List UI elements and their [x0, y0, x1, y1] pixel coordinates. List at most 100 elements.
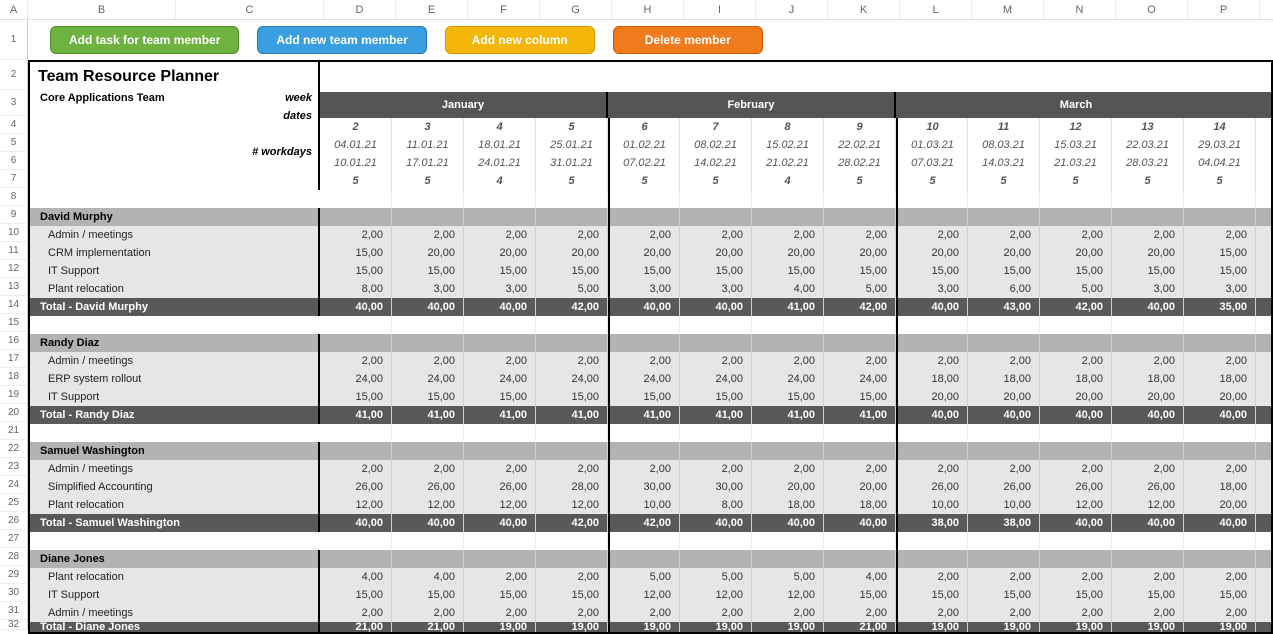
member-3-total-wk7[interactable]: 21,00 — [824, 622, 896, 632]
member-3-task-1-wk5[interactable]: 12,00 — [680, 586, 752, 604]
week-start-6[interactable]: 15.02.21 — [752, 136, 824, 154]
member-2-total-wk5[interactable]: 40,00 — [680, 514, 752, 532]
member-3-name-label[interactable]: Diane Jones — [30, 550, 320, 568]
week-end-7[interactable]: 28.02.21 — [824, 154, 896, 172]
blank-row-8-wk7[interactable] — [824, 190, 896, 208]
blank-after-2-wk6[interactable] — [752, 424, 824, 442]
member-0-task-3-wk12[interactable]: 3,00 — [1184, 280, 1256, 298]
blank-row-8-wk8[interactable] — [896, 190, 968, 208]
col-header-D[interactable]: D — [324, 0, 396, 19]
member-0-task-3-wk2[interactable]: 3,00 — [464, 280, 536, 298]
member-0-task-0-wk12[interactable]: 2,00 — [1184, 226, 1256, 244]
member-3-task-1-wk6[interactable]: 12,00 — [752, 586, 824, 604]
member-3-task-1-wk4[interactable]: 12,00 — [608, 586, 680, 604]
member-2-total-wk4[interactable]: 42,00 — [608, 514, 680, 532]
blank-after-3-wk9[interactable] — [968, 532, 1040, 550]
member-0-task-3-wk5[interactable]: 3,00 — [680, 280, 752, 298]
col-header-A[interactable]: A — [0, 0, 28, 19]
member-0-total-wk8[interactable]: 40,00 — [896, 298, 968, 316]
member-2-task-2-wk12[interactable]: 20,00 — [1184, 496, 1256, 514]
workdays-1[interactable]: 5 — [392, 172, 464, 190]
row-header-19[interactable]: 19 — [0, 386, 28, 404]
member-3-total-wk6[interactable]: 19,00 — [752, 622, 824, 632]
member-2-task-1-wk8[interactable]: 26,00 — [896, 478, 968, 496]
row-header-2[interactable]: 2 — [0, 60, 28, 90]
blank-row-8-wk10[interactable] — [1040, 190, 1112, 208]
row-header-14[interactable]: 14 — [0, 296, 28, 314]
member-1-task-2-wk10[interactable]: 20,00 — [1040, 388, 1112, 406]
row-header-3[interactable]: 3 — [0, 90, 28, 116]
member-3-task-0-wk2[interactable]: 2,00 — [464, 568, 536, 586]
row-header-12[interactable]: 12 — [0, 260, 28, 278]
member-2-task-0-wk12[interactable]: 2,00 — [1184, 460, 1256, 478]
member-3-task-0-wk8[interactable]: 2,00 — [896, 568, 968, 586]
member-1-task-2-wk9[interactable]: 20,00 — [968, 388, 1040, 406]
member-1-name-wk9[interactable] — [968, 334, 1040, 352]
member-1-task-2-wk7[interactable]: 15,00 — [824, 388, 896, 406]
member-1-total-wk7[interactable]: 41,00 — [824, 406, 896, 424]
row-header-31[interactable]: 31 — [0, 602, 28, 620]
blank-row-8-wk11[interactable] — [1112, 190, 1184, 208]
row-header-4[interactable]: 4 — [0, 116, 28, 134]
row-header-9[interactable]: 9 — [0, 206, 28, 224]
member-1-name-wk2[interactable] — [464, 334, 536, 352]
blank-after-2-wk7[interactable] — [824, 424, 896, 442]
blank-after-3-wk0[interactable] — [320, 532, 392, 550]
blank-after-2-wk11[interactable] — [1112, 424, 1184, 442]
row-header-17[interactable]: 17 — [0, 350, 28, 368]
member-3-task-2-wk1[interactable]: 2,00 — [392, 604, 464, 622]
blank-row-8-wk6[interactable] — [752, 190, 824, 208]
week-num-7[interactable]: 9 — [824, 118, 896, 136]
member-2-name-wk3[interactable] — [536, 442, 608, 460]
member-1-task-1-wk7[interactable]: 24,00 — [824, 370, 896, 388]
member-3-task-1-wk10[interactable]: 15,00 — [1040, 586, 1112, 604]
week-num-10[interactable]: 12 — [1040, 118, 1112, 136]
delete-member-button[interactable]: Delete member — [613, 26, 763, 54]
blank-after-3-wk3[interactable] — [536, 532, 608, 550]
member-2-name-wk2[interactable] — [464, 442, 536, 460]
member-0-task-0-wk6[interactable]: 2,00 — [752, 226, 824, 244]
member-1-name-wk1[interactable] — [392, 334, 464, 352]
member-0-task-2-wk4[interactable]: 15,00 — [608, 262, 680, 280]
member-1-task-0-wk8[interactable]: 2,00 — [896, 352, 968, 370]
workdays-2[interactable]: 4 — [464, 172, 536, 190]
member-1-name-wk10[interactable] — [1040, 334, 1112, 352]
member-2-task-1-wk4[interactable]: 30,00 — [608, 478, 680, 496]
member-3-name-wk6[interactable] — [752, 550, 824, 568]
member-3-task-0-wk12[interactable]: 2,00 — [1184, 568, 1256, 586]
week-end-9[interactable]: 14.03.21 — [968, 154, 1040, 172]
member-1-task-1-wk10[interactable]: 18,00 — [1040, 370, 1112, 388]
member-0-task-0-wk7[interactable]: 2,00 — [824, 226, 896, 244]
member-1-name-label[interactable]: Randy Diaz — [30, 334, 320, 352]
row-header-26[interactable]: 26 — [0, 512, 28, 530]
member-3-task-2-wk3[interactable]: 2,00 — [536, 604, 608, 622]
blank-after-1-wk2[interactable] — [464, 316, 536, 334]
member-1-total-wk8[interactable]: 40,00 — [896, 406, 968, 424]
member-2-task-1-wk12[interactable]: 18,00 — [1184, 478, 1256, 496]
member-1-task-0-wk9[interactable]: 2,00 — [968, 352, 1040, 370]
member-1-task-0-wk4[interactable]: 2,00 — [608, 352, 680, 370]
member-3-task-2-wk8[interactable]: 2,00 — [896, 604, 968, 622]
member-1-task-2-wk0[interactable]: 15,00 — [320, 388, 392, 406]
blank-after-1-wk1[interactable] — [392, 316, 464, 334]
member-2-name-wk5[interactable] — [680, 442, 752, 460]
member-3-name-wk3[interactable] — [536, 550, 608, 568]
row-header-21[interactable]: 21 — [0, 422, 28, 440]
member-2-task-2-wk4[interactable]: 10,00 — [608, 496, 680, 514]
row-header-20[interactable]: 20 — [0, 404, 28, 422]
member-2-total-wk3[interactable]: 42,00 — [536, 514, 608, 532]
member-1-total-wk6[interactable]: 41,00 — [752, 406, 824, 424]
member-0-task-2-wk2[interactable]: 15,00 — [464, 262, 536, 280]
member-1-task-1-wk4[interactable]: 24,00 — [608, 370, 680, 388]
blank-after-2-wk8[interactable] — [896, 424, 968, 442]
col-header-N[interactable]: N — [1044, 0, 1116, 19]
member-3-task-0-wk0[interactable]: 4,00 — [320, 568, 392, 586]
row-header-29[interactable]: 29 — [0, 566, 28, 584]
member-1-task-2-wk3[interactable]: 15,00 — [536, 388, 608, 406]
member-2-task-0-wk3[interactable]: 2,00 — [536, 460, 608, 478]
member-0-task-1-wk2[interactable]: 20,00 — [464, 244, 536, 262]
week-end-2[interactable]: 24.01.21 — [464, 154, 536, 172]
blank-after-3-wk5[interactable] — [680, 532, 752, 550]
workdays-6[interactable]: 4 — [752, 172, 824, 190]
member-0-task-2-wk5[interactable]: 15,00 — [680, 262, 752, 280]
